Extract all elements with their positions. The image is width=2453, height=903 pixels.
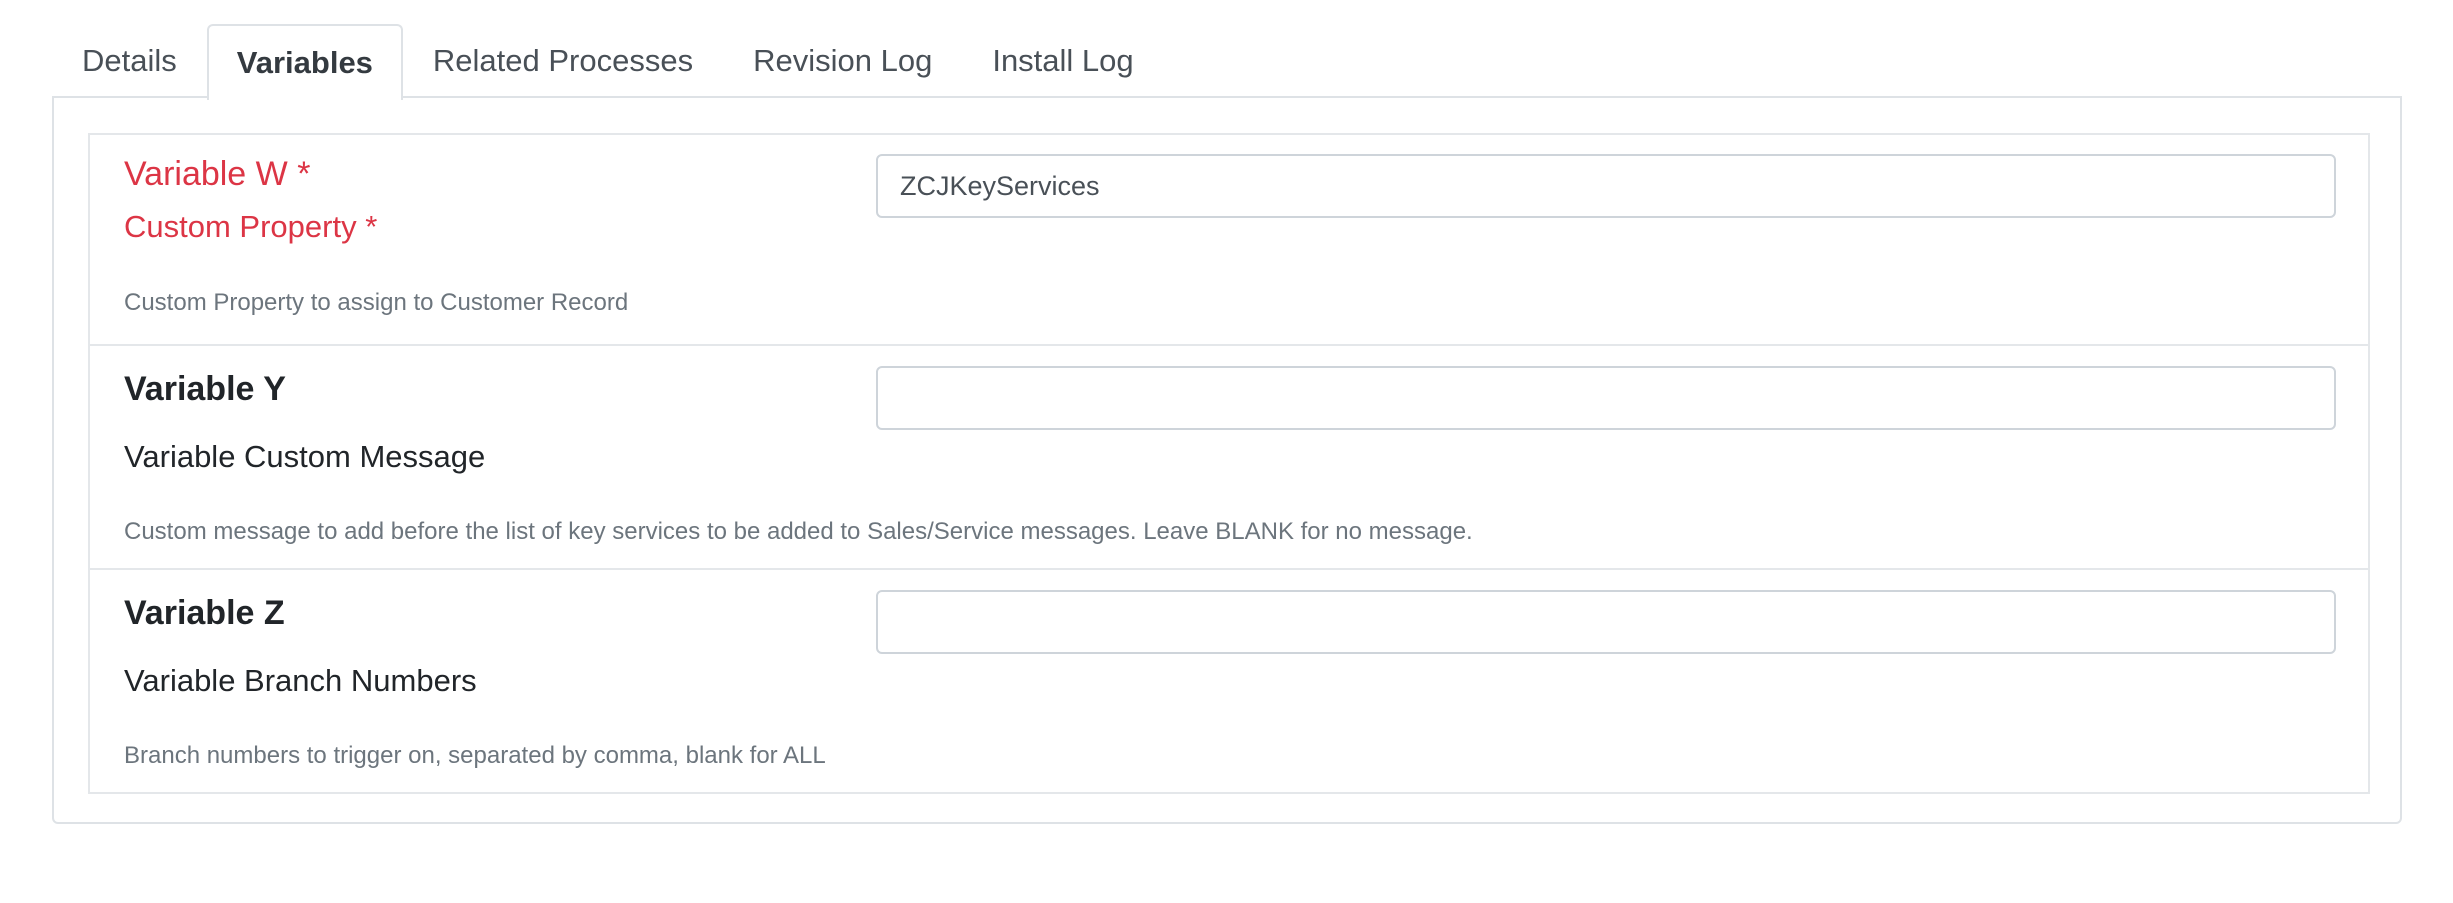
variable-z-help: Branch numbers to trigger on, separated … <box>124 742 826 769</box>
tab-revision-log[interactable]: Revision Log <box>723 22 962 98</box>
variable-row-w: Variable W * Custom Property * Custom Pr… <box>90 135 2368 346</box>
tab-details[interactable]: Details <box>52 22 207 98</box>
variable-z-title: Variable Z <box>124 594 285 632</box>
variable-row-y: Variable Y Variable Custom Message Custo… <box>90 346 2368 570</box>
tab-bar: Details Variables Related Processes Revi… <box>52 22 1164 100</box>
tab-variables[interactable]: Variables <box>206 24 403 100</box>
variable-w-input[interactable] <box>876 154 2336 218</box>
variable-y-subtitle: Variable Custom Message <box>124 439 486 474</box>
variable-y-input[interactable] <box>876 366 2336 430</box>
variables-list: Variable W * Custom Property * Custom Pr… <box>88 133 2370 794</box>
variable-row-z: Variable Z Variable Branch Numbers Branc… <box>90 570 2368 792</box>
variable-y-help: Custom message to add before the list of… <box>124 518 1473 545</box>
variable-w-subtitle: Custom Property * <box>124 209 378 244</box>
variable-z-subtitle: Variable Branch Numbers <box>124 663 477 698</box>
variable-w-title: Variable W * <box>124 155 311 193</box>
tab-related-processes[interactable]: Related Processes <box>403 22 723 98</box>
variable-w-help: Custom Property to assign to Customer Re… <box>124 289 629 316</box>
variable-y-title: Variable Y <box>124 370 286 408</box>
tab-install-log[interactable]: Install Log <box>962 22 1163 98</box>
variables-panel: Variable W * Custom Property * Custom Pr… <box>52 96 2402 824</box>
variable-z-input[interactable] <box>876 590 2336 654</box>
